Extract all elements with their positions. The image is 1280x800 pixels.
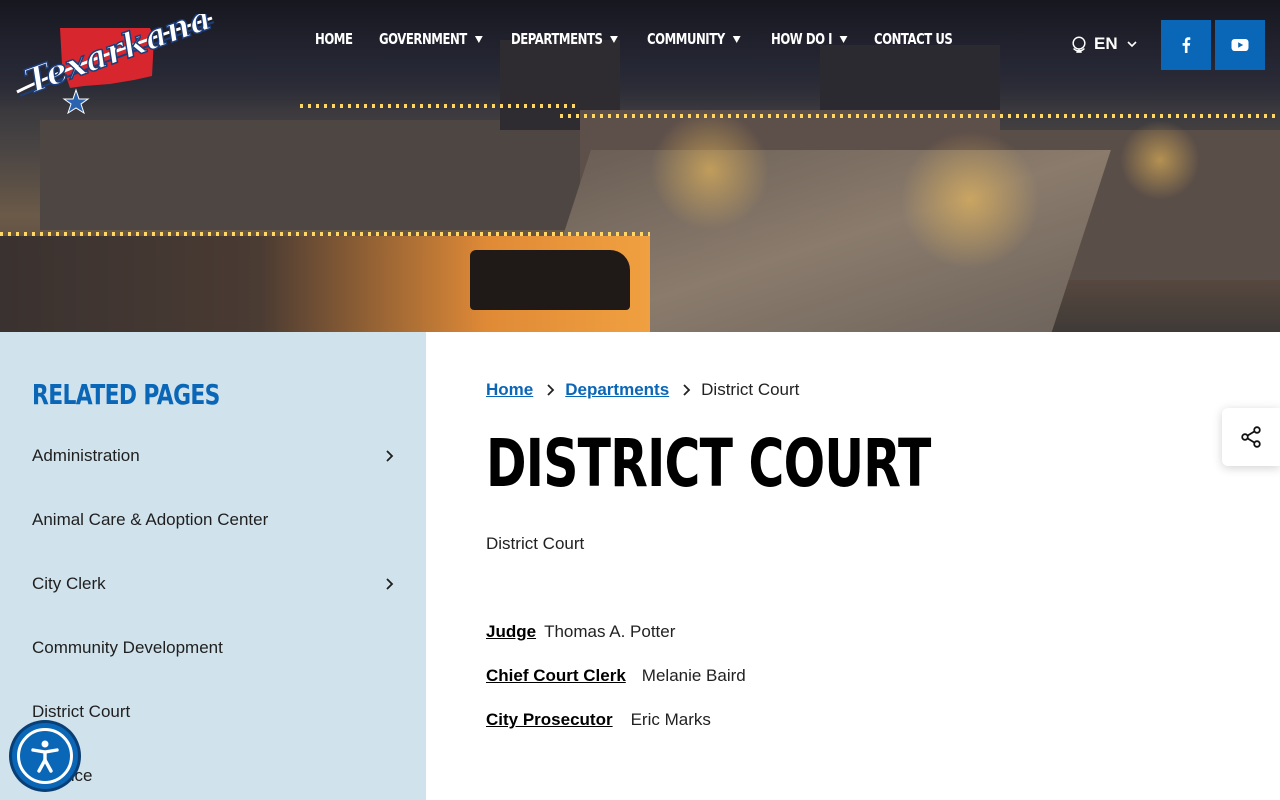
logo-text: Texarkana <box>19 14 216 102</box>
nav-label: Contact Us <box>874 30 953 48</box>
chevron-right-icon <box>547 384 555 396</box>
nav-label: Government <box>379 30 467 48</box>
facebook-button[interactable] <box>1161 20 1211 70</box>
nav-community[interactable]: Community <box>647 30 741 48</box>
page-title: District Court <box>486 425 931 502</box>
youtube-button[interactable] <box>1215 20 1265 70</box>
language-selector[interactable]: EN <box>1070 34 1138 54</box>
sidebar-item-label: Animal Care & Adoption Center <box>32 510 269 529</box>
breadcrumb: Home Departments District Court <box>486 380 799 400</box>
caret-down-icon <box>839 35 848 43</box>
share-button[interactable] <box>1222 408 1280 466</box>
facebook-icon <box>1182 37 1191 53</box>
staff-name: Eric Marks <box>630 710 711 729</box>
sidebar-item-district-court[interactable]: District Court <box>32 697 396 727</box>
nav-departments[interactable]: Departments <box>511 30 619 48</box>
sidebar-title: Related Pages <box>32 378 220 411</box>
nav-label: Departments <box>511 30 603 48</box>
breadcrumb-current: District Court <box>701 380 800 399</box>
language-code: EN <box>1094 34 1118 53</box>
hero-lights <box>300 104 580 108</box>
nav-government[interactable]: Government <box>379 30 483 48</box>
sidebar-item-finance[interactable]: Finance <box>32 761 396 791</box>
hero-glow <box>650 110 770 230</box>
breadcrumb-home[interactable]: Home <box>486 380 533 400</box>
hero-train-mural <box>470 250 630 310</box>
accessibility-ring <box>17 728 73 784</box>
caret-down-icon <box>732 35 741 43</box>
sidebar-item-label: Administration <box>32 446 140 465</box>
nav-home[interactable]: Home <box>315 30 353 48</box>
hero-glow <box>900 130 1040 270</box>
chevron-down-icon <box>1127 41 1137 48</box>
breadcrumb-departments[interactable]: Departments <box>565 380 669 400</box>
staff-role-link[interactable]: Chief Court Clerk <box>486 666 626 686</box>
logo-graphic: Texarkana <box>16 0 218 115</box>
chevron-right-icon[interactable] <box>382 577 396 591</box>
youtube-icon <box>1231 39 1249 51</box>
sidebar-item-label: City Clerk <box>32 574 106 593</box>
sidebar-item-animal-care[interactable]: Animal Care & Adoption Center <box>32 505 396 535</box>
chevron-right-icon[interactable] <box>382 449 396 463</box>
staff-row-judge: Judge Thomas A. Potter <box>486 622 675 642</box>
nav-label: How Do I <box>771 30 833 48</box>
page-subtitle: District Court <box>486 534 585 553</box>
sidebar-item-label: Community Development <box>32 638 223 657</box>
sidebar-item-label: District Court <box>32 702 131 721</box>
hero-glow <box>1120 120 1200 200</box>
nav-label: Community <box>647 30 725 48</box>
sidebar-item-community-development[interactable]: Community Development <box>32 633 396 663</box>
chevron-right-icon <box>683 384 691 396</box>
staff-row-prosecutor: City Prosecutor Eric Marks <box>486 710 711 730</box>
share-icon <box>1241 426 1261 448</box>
accessibility-button[interactable] <box>12 723 78 789</box>
accessibility-icon <box>31 740 59 773</box>
nav-contact-us[interactable]: Contact Us <box>874 30 953 48</box>
sidebar-item-city-clerk[interactable]: City Clerk <box>32 569 396 599</box>
sidebar-item-administration[interactable]: Administration <box>32 441 396 471</box>
caret-down-icon <box>610 35 619 43</box>
hero-lights <box>560 114 1280 118</box>
globe-icon <box>1072 36 1086 53</box>
caret-down-icon <box>474 35 483 43</box>
nav-how-do-i[interactable]: How Do I <box>771 30 848 48</box>
hero-building <box>40 120 580 230</box>
nav-label: Home <box>315 30 353 48</box>
staff-row-chief-clerk: Chief Court Clerk Melanie Baird <box>486 666 746 686</box>
staff-name: Melanie Baird <box>641 666 746 685</box>
staff-name: Thomas A. Potter <box>544 622 676 641</box>
city-logo[interactable]: Texarkana <box>12 0 218 115</box>
staff-role-link[interactable]: City Prosecutor <box>486 710 613 730</box>
staff-role-link[interactable]: Judge <box>486 622 536 642</box>
